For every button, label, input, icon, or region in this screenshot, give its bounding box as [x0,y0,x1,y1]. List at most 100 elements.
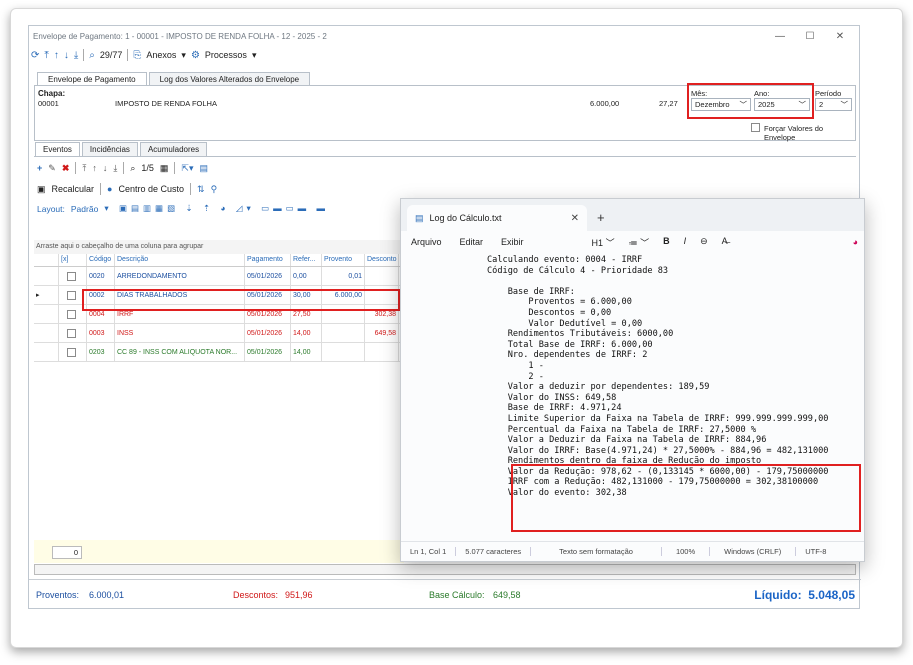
filter-icon[interactable]: ⚲ [211,184,218,195]
search-icon[interactable]: ⌕ [89,50,95,61]
periodo-select[interactable]: 2 ﹀ [815,98,852,111]
document-icon[interactable]: ▤ [199,163,208,174]
processos-menu[interactable]: Processos [205,50,247,60]
grid-header: [x] Código Descrição Pagamento Refer... … [34,254,404,267]
layout-icons[interactable]: ▾ ▣▤▥▦▧ ⇣ ⇡ ◕ ◿▾ ▭▬▭▬ ▬ [104,203,329,214]
notepad-menubar: Arquivo Editar Exibir H1 ﹀ ≔ ﹀ B I ⊖ A̶ … [401,231,864,253]
close-icon[interactable]: ✕ [825,31,855,42]
copilot-icon[interactable]: ◕ [853,237,858,247]
menu-arquivo[interactable]: Arquivo [411,237,442,247]
list-icon[interactable]: ≔ ﹀ [629,236,650,249]
globe-icon: ● [107,184,113,194]
col-pagamento[interactable]: Pagamento [245,254,291,266]
recalcular-button[interactable]: Recalcular [52,184,95,194]
liquido-total: Líquido: 5.048,05 [754,587,855,602]
tab-acumuladores[interactable]: Acumuladores [139,142,208,156]
notepad-tabbar: ▤ Log do Cálculo.txt ✕ + [401,199,864,231]
notepad-line: 2 - [487,371,544,382]
format-clear-icon[interactable]: A̶ [722,236,728,249]
col-desconto[interactable]: Desconto [365,254,399,266]
event-counter: 1/5 [141,163,154,173]
last-record-icon[interactable]: ⤓ [74,50,78,61]
cell-provento: 0,01 [322,266,365,286]
notepad-line: Limite Superior da Faixa na Tabela de IR… [487,413,829,424]
menu-editar[interactable]: Editar [460,237,484,247]
first-record-icon[interactable]: ⤒ [82,163,86,174]
notepad-line: Total Base de IRRF: 6.000,00 [487,339,653,350]
cell-referencia: 0,00 [291,266,322,286]
first-record-icon[interactable]: ⤒ [44,50,48,61]
anexos-dropdown-icon[interactable]: ▾ [181,50,186,61]
prev-record-icon[interactable]: ↑ [92,163,97,173]
cell-descricao: CC 89 - INSS COM ALIQUOTA NOR... [115,342,245,362]
menu-exibir[interactable]: Exibir [501,237,524,247]
row-checkbox[interactable] [59,323,87,343]
notepad-tab[interactable]: ▤ Log do Cálculo.txt ✕ [407,205,587,231]
next-record-icon[interactable]: ↓ [103,163,108,173]
row-checkbox[interactable] [59,342,87,362]
cell-referencia: 14,00 [291,323,322,343]
notepad-line [487,276,828,287]
table-icon[interactable]: ▦ [160,163,169,174]
periodo-label: Período [815,89,842,98]
cell-codigo: 0003 [87,323,115,343]
col-referencia[interactable]: Refer... [291,254,322,266]
delete-icon[interactable]: ✖ [62,163,70,174]
cell-pagamento: 05/01/2026 [245,266,291,286]
col-descricao[interactable]: Descrição [115,254,245,266]
horizontal-scrollbar[interactable] [34,564,856,575]
table-row[interactable]: 0003 INSS 05/01/2026 14,00 649,58 [34,323,404,343]
col-codigo[interactable]: Código [87,254,115,266]
notepad-window: ▤ Log do Cálculo.txt ✕ + Arquivo Editar … [400,198,865,562]
event-tabs: Eventos Incidências Acumuladores [35,142,209,156]
link-icon[interactable]: ⊖ [700,236,708,249]
centro-custo-button[interactable]: Centro de Custo [118,184,184,194]
processos-dropdown-icon[interactable]: ▾ [252,50,257,61]
add-icon[interactable]: + [37,163,42,173]
cell-codigo: 0020 [87,266,115,286]
highlight-irrf-row [82,289,400,311]
maximize-icon[interactable]: ☐ [795,31,825,42]
descontos-value: 951,96 [285,589,313,600]
notepad-line: Valor Dedutível = 0,00 [487,318,643,329]
cell-descricao: INSS [115,323,245,343]
tab-log-valores[interactable]: Log dos Valores Alterados do Envelope [148,72,311,86]
tab-eventos[interactable]: Eventos [35,142,80,156]
notepad-line: 1 - [487,360,544,371]
cell-pagamento: 05/01/2026 [245,342,291,362]
bold-icon[interactable]: B [663,236,670,249]
heading-button[interactable]: H1 ﹀ [592,236,615,249]
col-provento[interactable]: Provento [322,254,365,266]
close-tab-icon[interactable]: ✕ [571,213,579,224]
tab-incidencias[interactable]: Incidências [81,142,138,156]
next-record-icon[interactable]: ↓ [64,50,69,61]
anexos-menu[interactable]: Anexos [146,50,176,60]
refresh-icon[interactable]: ⟳ [31,50,39,61]
calculator-icon: ▣ [37,183,46,194]
last-record-icon[interactable]: ⤓ [113,163,117,174]
new-tab-icon[interactable]: + [587,210,615,231]
table-row[interactable]: 0020 ARREDONDAMENTO 05/01/2026 0,00 0,01 [34,266,404,286]
col-check[interactable]: [x] [59,254,87,266]
row-checkbox[interactable] [59,266,87,286]
forcar-valores-checkbox[interactable] [751,123,760,132]
sort-icon[interactable]: ⇅ [197,184,205,195]
attachment-icon: ⎘ [133,49,142,61]
italic-icon[interactable]: I [684,236,687,249]
tab-envelope[interactable]: Envelope de Pagamento [37,72,147,86]
cursor-position: Ln 1, Col 1 [401,547,457,556]
export-icon[interactable]: ⇱▾ [181,163,193,174]
search-icon[interactable]: ⌕ [130,163,135,174]
cell-desconto: 649,58 [365,323,399,343]
cell-pagamento: 05/01/2026 [245,323,291,343]
header-valor2: 27,27 [659,99,678,108]
layout-select[interactable]: Padrão [71,204,98,214]
edit-icon[interactable]: ✎ [48,163,56,174]
table-row[interactable]: 0203 CC 89 - INSS COM ALIQUOTA NOR... 05/0… [34,342,404,362]
notepad-content[interactable]: Calculando evento: 0004 - IRRF Código de … [487,255,828,499]
prev-record-icon[interactable]: ↑ [54,50,59,61]
zoom-level: 100% [662,547,711,556]
proventos-label: Proventos: [36,589,80,600]
minimize-icon[interactable]: — [765,31,795,42]
header-panel: Chapa: 00001 IMPOSTO DE RENDA FOLHA 6.00… [34,83,856,142]
